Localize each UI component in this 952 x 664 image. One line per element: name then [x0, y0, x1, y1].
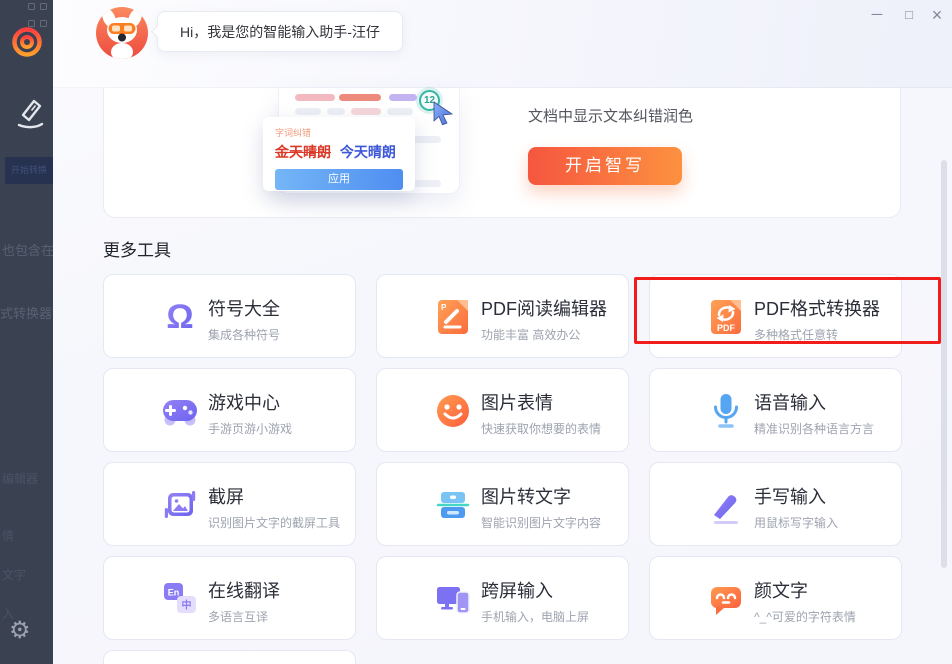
- card-subtitle: 用鼠标写字输入: [754, 516, 839, 530]
- smart-write-promo-card: 12 字词纠错 金天晴朗 今天晴朗 应用 文档中显示文本纠错润色 开启智写: [103, 88, 901, 218]
- card-subtitle: 功能丰富 高效办公: [481, 328, 581, 342]
- robot-dog-avatar-icon: [96, 7, 148, 59]
- minimize-button[interactable]: ─: [864, 2, 890, 28]
- game-center-icon: [160, 391, 200, 431]
- screenshot-icon: [160, 485, 200, 525]
- app-window: Hi，我是您的智能输入助手-汪仔 ─ □ × 12 字词纠错 金天晴朗 今天晴朗…: [0, 0, 952, 664]
- correction-popup: 字词纠错 金天晴朗 今天晴朗 应用: [263, 117, 415, 191]
- tool-card-handwriting[interactable]: 手写输入 用鼠标写字输入: [649, 462, 902, 546]
- card-title: 颜文字: [754, 581, 808, 601]
- svg-text:P: P: [441, 303, 447, 312]
- correction-line: 金天晴朗 今天晴朗: [275, 142, 403, 162]
- card-title: PDF阅读编辑器: [481, 299, 607, 319]
- card-title: 语音输入: [754, 393, 826, 413]
- card-subtitle: ^_^可爱的字符表情: [754, 610, 856, 624]
- card-title: PDF格式转换器: [754, 299, 880, 319]
- tool-card-partial[interactable]: [103, 650, 356, 664]
- image-to-text-icon: [433, 485, 473, 525]
- kaomoji-bubble-icon: [706, 579, 746, 619]
- tool-card-stickers[interactable]: 图片表情 快速获取你想要的表情: [376, 368, 629, 452]
- tool-card-cross-screen[interactable]: 跨屏输入 手机输入，电脑上屏: [376, 556, 629, 640]
- card-subtitle: 手游页游小游戏: [208, 422, 293, 436]
- greeting-text: Hi，我是您的智能输入助手-汪仔: [180, 23, 380, 40]
- section-title: 更多工具: [103, 241, 171, 260]
- cross-screen-icon: [433, 579, 473, 619]
- illus-bar: [295, 94, 335, 101]
- card-title: 游戏中心: [208, 393, 280, 413]
- card-title: 符号大全: [208, 299, 280, 319]
- card-title: 在线翻译: [208, 581, 280, 601]
- card-title: 图片转文字: [481, 487, 571, 507]
- card-subtitle: 精准识别各种语言方言: [754, 422, 875, 436]
- ghost-text: 情: [2, 529, 15, 543]
- svg-text:Ω: Ω: [166, 298, 193, 336]
- ghost-text: 编辑器: [2, 472, 39, 486]
- tool-card-game-center[interactable]: 游戏中心 手游页游小游戏: [103, 368, 356, 452]
- pdf-converter-icon: PDF: [706, 297, 746, 337]
- translate-icon: En 中: [160, 579, 200, 619]
- card-subtitle: 多种格式任意转: [754, 328, 839, 342]
- illus-bar: [339, 94, 381, 101]
- mouse-cursor-icon: [431, 101, 455, 125]
- pen-tool-icon[interactable]: [12, 93, 46, 131]
- main-panel: Hi，我是您的智能输入助手-汪仔 ─ □ × 12 字词纠错 金天晴朗 今天晴朗…: [53, 0, 952, 664]
- illus-bar: [351, 108, 381, 115]
- assistant-avatar: [95, 6, 149, 60]
- card-subtitle: 集成各种符号: [208, 328, 281, 342]
- pdf-reader-icon: P: [433, 297, 473, 337]
- card-title: 图片表情: [481, 393, 553, 413]
- microphone-icon: [706, 391, 746, 431]
- card-subtitle: 手机输入，电脑上屏: [481, 610, 590, 624]
- ghost-text: 文字: [2, 568, 27, 582]
- svg-text:En: En: [168, 588, 180, 598]
- handwriting-pen-icon: [706, 485, 746, 525]
- enable-smart-write-button[interactable]: 开启智写: [528, 147, 682, 185]
- card-title: 截屏: [208, 487, 244, 507]
- card-subtitle: 智能识别图片文字内容: [481, 516, 602, 530]
- tool-card-pdf-converter[interactable]: PDF PDF格式转换器 多种格式任意转: [649, 274, 902, 358]
- sticker-smiley-icon: [433, 391, 473, 431]
- card-title: 手写输入: [754, 487, 826, 507]
- background-window-strip: 开始转换 也包含在 式转换器” 编辑器 情 文字 入 ⚙: [0, 0, 53, 664]
- tool-card-symbols[interactable]: Ω 符号大全 集成各种符号: [103, 274, 356, 358]
- svg-text:中: 中: [182, 599, 192, 612]
- ghost-text: 也包含在: [2, 243, 53, 258]
- tool-card-pdf-reader[interactable]: P PDF阅读编辑器 功能丰富 高效办公: [376, 274, 629, 358]
- illus-bar: [295, 108, 321, 115]
- illus-bar: [389, 94, 417, 101]
- bubble-tail: [151, 25, 164, 38]
- tools-grid: Ω 符号大全 集成各种符号 P PDF阅读编辑器 功能丰富 高效办公 PDF P…: [103, 274, 902, 664]
- illus-bar: [327, 108, 345, 115]
- vertical-scrollbar-thumb[interactable]: [941, 160, 947, 568]
- maximize-button[interactable]: □: [896, 2, 922, 28]
- card-title: 跨屏输入: [481, 581, 553, 601]
- ghost-file-icon: [40, 3, 47, 10]
- gear-icon[interactable]: ⚙: [9, 616, 31, 645]
- popup-title: 字词纠错: [275, 128, 312, 138]
- card-subtitle: 快速获取你想要的表情: [481, 422, 602, 436]
- header: Hi，我是您的智能输入助手-汪仔 ─ □ ×: [53, 0, 952, 88]
- tool-card-translate[interactable]: En 中 在线翻译 多语言互译: [103, 556, 356, 640]
- target-logo-icon[interactable]: [9, 24, 45, 60]
- tool-card-voice-input[interactable]: 语音输入 精准识别各种语言方言: [649, 368, 902, 452]
- card-subtitle: 多语言互译: [208, 610, 269, 624]
- tool-card-screenshot[interactable]: 截屏 识别图片文字的截屏工具: [103, 462, 356, 546]
- ghost-file-icon: [28, 3, 35, 10]
- svg-text:PDF: PDF: [717, 323, 736, 333]
- apply-button: 应用: [275, 169, 403, 190]
- illus-bar: [387, 108, 413, 115]
- assistant-greeting-bubble: Hi，我是您的智能输入助手-汪仔: [151, 11, 403, 52]
- promo-description: 文档中显示文本纠错润色: [528, 108, 694, 125]
- convert-button-ghost[interactable]: 开始转换: [5, 157, 53, 184]
- ghost-text: 式转换器”: [0, 306, 53, 321]
- card-subtitle: 识别图片文字的截屏工具: [208, 516, 341, 530]
- close-button[interactable]: ×: [924, 2, 950, 28]
- tool-card-image-to-text[interactable]: 图片转文字 智能识别图片文字内容: [376, 462, 629, 546]
- tool-card-kaomoji[interactable]: 颜文字 ^_^可爱的字符表情: [649, 556, 902, 640]
- omega-icon: Ω: [160, 297, 200, 337]
- wrong-text: 金天晴朗: [275, 144, 331, 160]
- corrected-text: 今天晴朗: [339, 144, 396, 160]
